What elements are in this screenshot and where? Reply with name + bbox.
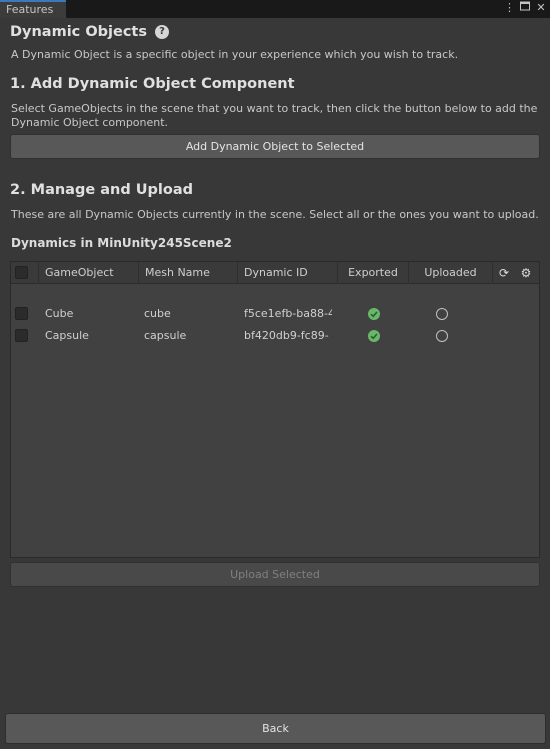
section2-title: 2. Manage and Upload — [10, 182, 194, 198]
section1-title: 1. Add Dynamic Object Component — [10, 76, 295, 92]
column-dynamic-id[interactable]: Dynamic ID — [238, 262, 338, 284]
circle-outline-icon — [436, 308, 448, 320]
row-gameobject: Cube — [45, 307, 74, 320]
check-circle-icon — [368, 308, 380, 320]
select-all-checkbox[interactable] — [15, 266, 28, 279]
select-all-cell — [11, 262, 39, 284]
row-mesh-name: capsule — [144, 329, 187, 342]
dynamics-table: GameObject Mesh Name Dynamic ID Exported… — [10, 261, 540, 558]
table-row[interactable]: Capsule capsule bf420db9-fc89- — [11, 325, 539, 347]
column-uploaded[interactable]: Uploaded — [409, 262, 493, 284]
column-gameobject[interactable]: GameObject — [39, 262, 139, 284]
table-row[interactable]: Cube cube f5ce1efb-ba88-4 — [11, 303, 539, 325]
row-checkbox[interactable] — [15, 329, 28, 342]
section1-description-line2: Dynamic Object component. — [11, 116, 169, 129]
circle-outline-icon — [436, 330, 448, 342]
page-description: A Dynamic Object is a specific object in… — [11, 48, 459, 61]
tab-label: Features — [6, 3, 54, 16]
back-button[interactable]: Back — [5, 713, 546, 744]
window-tab-bar: Features ⋮ ✕ — [0, 0, 550, 18]
row-dynamic-id: bf420db9-fc89- — [244, 329, 329, 342]
row-mesh-name: cube — [144, 307, 171, 320]
refresh-icon[interactable]: ⟳ — [497, 266, 511, 280]
add-dynamic-object-button[interactable]: Add Dynamic Object to Selected — [10, 134, 540, 159]
maximize-icon[interactable] — [520, 1, 530, 14]
window-controls: ⋮ ✕ — [504, 1, 546, 14]
features-panel: Dynamic Objects ? A Dynamic Object is a … — [0, 18, 550, 749]
column-mesh-name[interactable]: Mesh Name — [139, 262, 238, 284]
check-circle-icon — [368, 330, 380, 342]
help-icon[interactable]: ? — [155, 25, 169, 39]
page-title: Dynamic Objects — [10, 24, 147, 40]
settings-icon[interactable]: ⚙ — [519, 266, 533, 280]
upload-selected-button[interactable]: Upload Selected — [10, 562, 540, 587]
page-title-row: Dynamic Objects ? — [10, 24, 169, 40]
section1-description-line1: Select GameObjects in the scene that you… — [11, 102, 538, 115]
table-header: GameObject Mesh Name Dynamic ID Exported… — [11, 262, 539, 284]
row-dynamic-id: f5ce1efb-ba88-4 — [244, 307, 332, 320]
more-vert-icon[interactable]: ⋮ — [504, 1, 515, 14]
row-checkbox[interactable] — [15, 307, 28, 320]
close-icon[interactable]: ✕ — [536, 1, 546, 14]
section2-description: These are all Dynamic Objects currently … — [11, 208, 539, 221]
column-exported[interactable]: Exported — [338, 262, 409, 284]
tab-features[interactable]: Features — [0, 0, 66, 18]
dynamics-title: Dynamics in MinUnity245Scene2 — [11, 236, 232, 250]
row-gameobject: Capsule — [45, 329, 89, 342]
